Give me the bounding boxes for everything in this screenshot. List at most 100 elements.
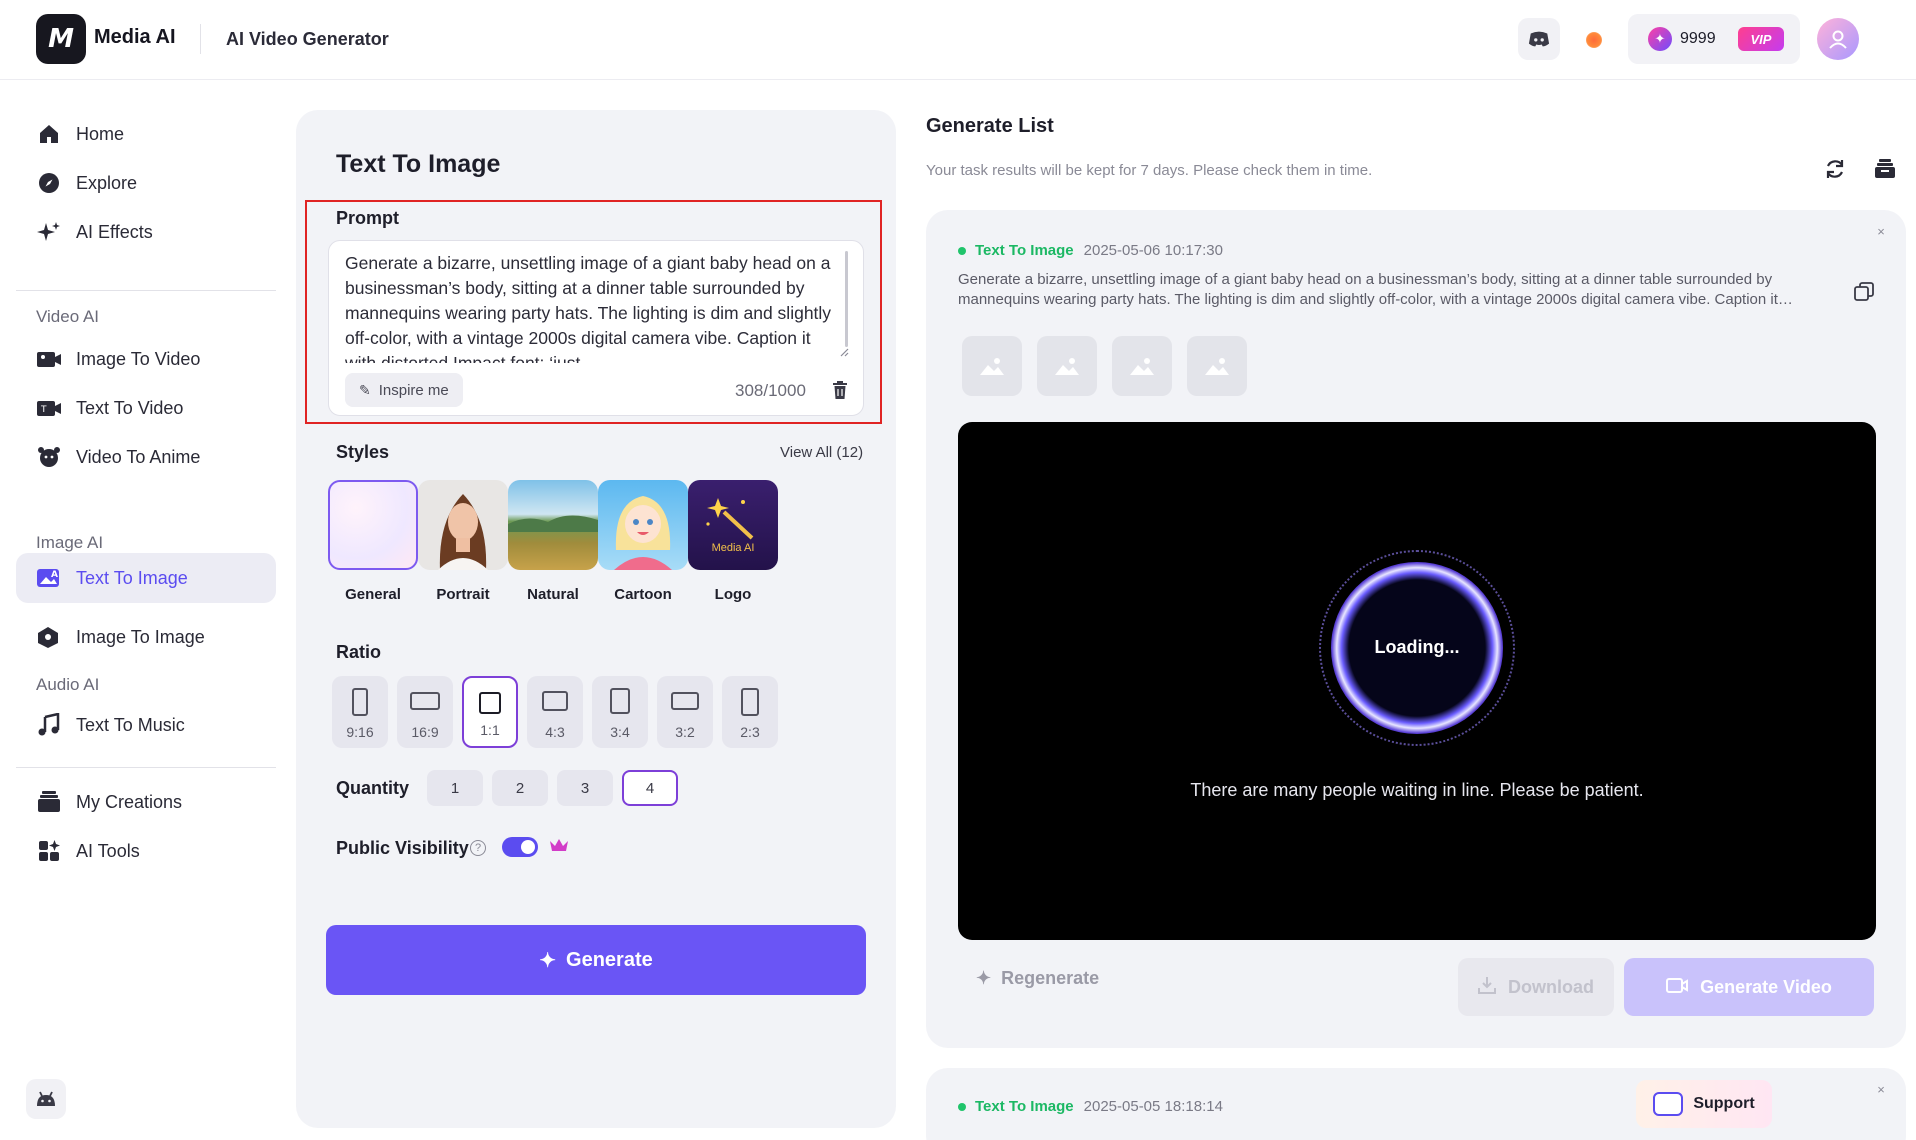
result-thumbnail-placeholder[interactable] <box>1112 336 1172 396</box>
resize-grip-icon[interactable] <box>839 347 851 359</box>
ratio-option-4-3[interactable]: 4:3 <box>527 676 583 748</box>
sidebar-section-audio: Audio AI <box>36 675 100 694</box>
brand-name: Media AI <box>94 26 176 48</box>
sidebar-item-image-to-video[interactable]: Image To Video <box>16 334 276 384</box>
support-label: Support <box>1693 1095 1755 1112</box>
task-date: 2025-05-06 10:17:30 <box>1083 242 1223 259</box>
inspire-me-button[interactable]: ✎ Inspire me <box>345 373 463 407</box>
sidebar-item-text-to-image[interactable]: A Text To Image <box>16 553 276 603</box>
svg-text:T: T <box>40 405 47 415</box>
sidebar-section-video: Video AI <box>36 307 100 326</box>
user-avatar[interactable] <box>1817 18 1859 60</box>
ratio-option-3-4[interactable]: 3:4 <box>592 676 648 748</box>
compass-icon <box>36 170 62 196</box>
sidebar-item-home[interactable]: Home <box>16 109 276 159</box>
copy-icon[interactable] <box>1852 280 1876 304</box>
close-icon[interactable]: × <box>1872 1080 1890 1098</box>
view-all-styles-link[interactable]: View All (12) <box>780 444 863 461</box>
image-placeholder-icon <box>1205 358 1229 375</box>
style-thumb-cartoon <box>598 480 688 570</box>
creations-icon <box>36 789 62 815</box>
form-title: Text To Image <box>336 150 501 178</box>
quantity-option-4[interactable]: 4 <box>622 770 678 806</box>
sidebar-item-ai-tools[interactable]: AI Tools <box>16 826 276 876</box>
ratio-landscape-icon <box>542 691 568 711</box>
sparkle-icon: ✦ <box>539 949 557 972</box>
prompt-textarea[interactable]: Generate a bizarre, unsettling image of … <box>345 251 835 363</box>
sidebar-item-label: Home <box>76 123 125 144</box>
result-thumbnail-placeholder[interactable] <box>962 336 1022 396</box>
style-thumb-logo: Media AI <box>688 480 778 570</box>
discord-button[interactable] <box>1518 18 1560 60</box>
public-visibility-toggle[interactable] <box>502 837 538 857</box>
generate-list-title: Generate List <box>926 115 1054 137</box>
discord-icon <box>1528 31 1550 47</box>
style-card-general[interactable]: General <box>328 480 418 603</box>
prompt-input-container[interactable]: Generate a bizarre, unsettling image of … <box>328 240 864 416</box>
quantity-option-1[interactable]: 1 <box>427 770 483 806</box>
prompt-scrollbar[interactable] <box>845 251 848 347</box>
regenerate-button[interactable]: ✦ Regenerate <box>976 968 1099 989</box>
style-card-portrait[interactable]: Portrait <box>418 480 508 603</box>
status-dot-icon <box>958 246 966 255</box>
sidebar-item-text-to-video[interactable]: T Text To Video <box>16 383 276 433</box>
ratio-option-9-16[interactable]: 9:16 <box>332 676 388 748</box>
style-name: Cartoon <box>614 586 672 603</box>
prompt-label: Prompt <box>336 208 399 228</box>
quantity-option-3[interactable]: 3 <box>557 770 613 806</box>
trash-icon[interactable] <box>829 379 851 401</box>
close-icon[interactable]: × <box>1872 222 1890 240</box>
notification-dot-icon[interactable] <box>1586 32 1602 48</box>
sidebar: Home Explore AI Effects Video AI Image T… <box>0 81 290 1140</box>
clear-list-icon[interactable] <box>1872 156 1898 182</box>
generate-button[interactable]: ✦ Generate <box>326 925 866 995</box>
ratio-option-16-9[interactable]: 16:9 <box>397 676 453 748</box>
image-placeholder-icon <box>980 358 1004 375</box>
status-dot-icon <box>958 1102 966 1111</box>
help-icon[interactable]: ? <box>470 840 486 856</box>
result-thumbnail-placeholder[interactable] <box>1037 336 1097 396</box>
char-count: 308/1000 <box>735 381 806 400</box>
quantity-label: Quantity <box>336 778 410 798</box>
styles-label: Styles <box>336 442 390 462</box>
download-button[interactable]: Download <box>1458 958 1614 1016</box>
style-card-cartoon[interactable]: Cartoon <box>598 480 688 603</box>
task-prompt-text: Generate a bizarre, unsettling image of … <box>958 271 1793 308</box>
refresh-icon[interactable] <box>1822 156 1848 182</box>
task-card: × Text To Image 2025-05-06 10:17:30 Gene… <box>926 210 1906 1048</box>
ratio-text: 3:2 <box>675 724 695 740</box>
sidebar-item-text-to-music[interactable]: Text To Music <box>16 700 276 750</box>
sidebar-item-explore[interactable]: Explore <box>16 158 276 208</box>
ratio-option-3-2[interactable]: 3:2 <box>657 676 713 748</box>
vip-badge[interactable]: VIP <box>1738 27 1784 51</box>
quantity-option-2[interactable]: 2 <box>492 770 548 806</box>
style-card-natural[interactable]: Natural <box>508 480 598 603</box>
sidebar-item-image-to-image[interactable]: Image To Image <box>16 612 276 662</box>
credits-panel[interactable]: ✦ 9999 VIP <box>1628 14 1800 64</box>
ratio-option-1-1[interactable]: 1:1 <box>462 676 518 748</box>
public-visibility-label: Public Visibility <box>336 838 469 858</box>
page-product-title: AI Video Generator <box>226 29 389 49</box>
sidebar-item-ai-effects[interactable]: AI Effects <box>16 207 276 257</box>
sidebar-item-label: Explore <box>76 172 138 193</box>
sidebar-item-video-to-anime[interactable]: Video To Anime <box>16 432 276 482</box>
result-thumbnail-placeholder[interactable] <box>1187 336 1247 396</box>
style-thumb-natural <box>508 480 598 570</box>
sidebar-item-my-creations[interactable]: My Creations <box>16 777 276 827</box>
task-type: Text To Image <box>975 1098 1074 1115</box>
ratio-text: 2:3 <box>740 724 760 740</box>
ratio-portrait-icon <box>352 688 368 716</box>
android-app-button[interactable] <box>26 1079 66 1119</box>
android-icon <box>37 1091 55 1106</box>
generate-video-button[interactable]: Generate Video <box>1624 958 1874 1016</box>
regenerate-label: Regenerate <box>1001 968 1100 988</box>
style-card-logo[interactable]: Media AI Logo <box>688 480 778 603</box>
sidebar-item-label: Text To Music <box>76 714 185 735</box>
ratio-landscape-icon <box>410 692 440 710</box>
style-name: Natural <box>527 586 579 603</box>
support-button[interactable]: Support <box>1636 1080 1772 1128</box>
download-icon <box>1478 976 1496 999</box>
app-logo[interactable]: M <box>36 14 86 64</box>
ratio-option-2-3[interactable]: 2:3 <box>722 676 778 748</box>
task-status-row: Text To Image 2025-05-05 18:18:14 <box>958 1098 1223 1115</box>
